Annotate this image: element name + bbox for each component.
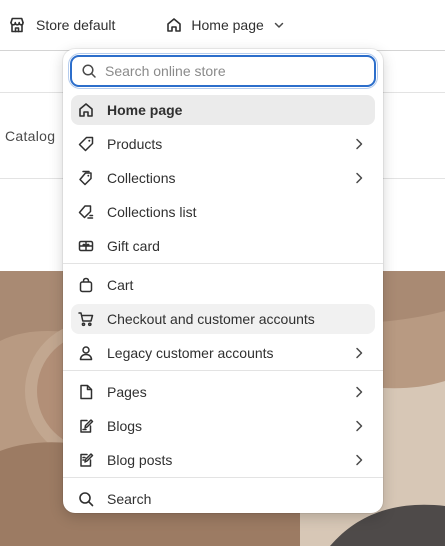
menu-divider (63, 263, 383, 264)
menu-item-legacy-customer-accounts[interactable]: Legacy customer accounts (71, 338, 375, 368)
menu-divider (63, 477, 383, 478)
menu-item-label: Home page (107, 102, 183, 118)
menu-item-label: Products (107, 136, 163, 152)
preview-nav-catalog: Catalog (5, 128, 56, 144)
checkout-icon (77, 310, 95, 328)
chevron-down-icon (272, 18, 286, 32)
page-switcher-label: Home page (191, 17, 264, 33)
blog-post-icon (77, 451, 95, 469)
menu-item-label: Blogs (107, 418, 143, 434)
gift-card-icon (77, 237, 95, 255)
theme-editor: Catalog Store default Home page Search o… (0, 0, 445, 546)
store-icon (8, 16, 26, 34)
menu-item-label: Legacy customer accounts (107, 345, 274, 361)
collection-list-icon (77, 203, 95, 221)
menu-item-label: Gift card (107, 238, 160, 254)
chevron-right-icon (351, 136, 367, 152)
menu-item-label: Cart (107, 277, 134, 293)
home-icon (165, 16, 183, 34)
person-icon (77, 344, 95, 362)
editor-topbar: Store default Home page (0, 0, 445, 51)
menu-item-blogs[interactable]: Blogs (71, 411, 375, 441)
chevron-right-icon (351, 384, 367, 400)
menu-item-gift-card[interactable]: Gift card (71, 231, 375, 261)
chevron-right-icon (351, 452, 367, 468)
search-input[interactable] (105, 63, 365, 79)
menu-item-label: Blog posts (107, 452, 173, 468)
search-icon (81, 63, 97, 79)
menu-item-cart[interactable]: Cart (71, 270, 375, 300)
menu-item-checkout[interactable]: Checkout and customer accounts (71, 304, 375, 334)
menu-divider (63, 370, 383, 371)
chevron-right-icon (351, 418, 367, 434)
page-selector-dropdown: Home page Products Collections (63, 49, 383, 513)
blog-icon (77, 417, 95, 435)
menu-item-collections[interactable]: Collections (71, 163, 375, 193)
store-switcher-label: Store default (36, 17, 116, 33)
menu-item-search[interactable]: Search (71, 484, 375, 513)
menu-item-label: Collections list (107, 204, 197, 220)
menu-item-pages[interactable]: Pages (71, 377, 375, 407)
tag-icon (77, 135, 95, 153)
cart-icon (77, 276, 95, 294)
menu-item-products[interactable]: Products (71, 129, 375, 159)
search-field[interactable] (68, 53, 378, 89)
menu-item-label: Search (107, 491, 152, 507)
chevron-right-icon (351, 170, 367, 186)
menu-item-blog-posts[interactable]: Blog posts (71, 445, 375, 475)
menu-item-label: Collections (107, 170, 176, 186)
menu-item-collections-list[interactable]: Collections list (71, 197, 375, 227)
collection-icon (77, 169, 95, 187)
search-icon (77, 490, 95, 508)
store-switcher[interactable]: Store default (8, 16, 115, 34)
page-icon (77, 383, 95, 401)
chevron-right-icon (351, 345, 367, 361)
menu-item-label: Pages (107, 384, 147, 400)
page-switcher[interactable]: Home page (165, 16, 285, 34)
menu-item-home-page[interactable]: Home page (71, 95, 375, 125)
home-icon (77, 101, 95, 119)
menu-item-label: Checkout and customer accounts (107, 311, 315, 327)
